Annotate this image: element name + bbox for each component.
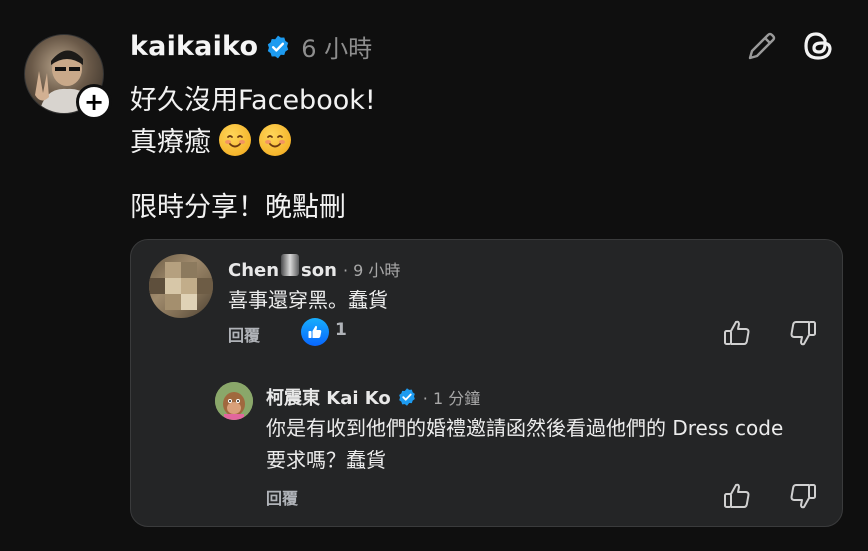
- replier-name-row: 柯震東 Kai Ko · 1 分鐘: [266, 384, 480, 410]
- like-count: 1: [335, 320, 347, 340]
- reply-reply-button[interactable]: 回覆: [266, 485, 298, 509]
- commenter-name-row: Chen son · 9 小時: [228, 254, 400, 281]
- threads-post-screen: + kaikaiko 6 小時 好久沒用Facebook! 真療癒 限時分享！晚…: [0, 0, 868, 551]
- post-text-line-2-text: 真療癒: [130, 127, 211, 158]
- threads-logo-icon[interactable]: [798, 26, 838, 66]
- ape-avatar-image: [215, 382, 253, 420]
- follow-plus-button[interactable]: +: [76, 84, 112, 120]
- post-header: kaikaiko 6 小時: [130, 29, 372, 64]
- thumbs-down-outline-icon[interactable]: [788, 481, 818, 511]
- post-text-line-2: 真療癒: [130, 120, 291, 159]
- post-text-line-1: 好久沒用Facebook!: [130, 85, 376, 116]
- replier-name[interactable]: 柯震東 Kai Ko: [266, 384, 391, 410]
- commenter-avatar[interactable]: [149, 254, 213, 318]
- thumbs-down-outline-icon[interactable]: [788, 318, 818, 348]
- post-timestamp: 6 小時: [301, 35, 373, 63]
- post-text-line-3: 限時分享！晚點刪: [130, 192, 346, 223]
- smiling-face-emoji-icon: [259, 123, 291, 156]
- username[interactable]: kaikaiko: [130, 31, 258, 62]
- verified-badge-icon: [398, 388, 415, 406]
- verified-badge-icon: [268, 35, 289, 58]
- smiling-face-emoji-icon: [219, 123, 251, 156]
- like-reaction-icon[interactable]: [301, 318, 329, 346]
- thumbs-up-icon: [308, 325, 322, 338]
- edit-pencil-icon[interactable]: [744, 28, 780, 64]
- commenter-name-end[interactable]: son: [301, 260, 337, 281]
- comment-reply-button[interactable]: 回覆: [228, 322, 260, 346]
- comment-screenshot-card: Chen son · 9 小時 喜事還穿黑。蠢貨 回覆 1 柯震東 Kai Ko…: [130, 239, 843, 527]
- comment-text: 喜事還穿黑。蠢貨: [228, 288, 388, 312]
- commenter-name-start[interactable]: Chen: [228, 260, 279, 281]
- name-redaction-blur: [281, 254, 300, 276]
- replier-avatar[interactable]: [215, 382, 253, 420]
- reply-text: 你是有收到他們的婚禮邀請函然後看過他們的 Dress code 要求嗎？蠢貨: [266, 416, 784, 472]
- thumbs-up-outline-icon[interactable]: [722, 318, 752, 348]
- thumbs-up-outline-icon[interactable]: [722, 481, 752, 511]
- reply-timestamp: · 1 分鐘: [422, 389, 481, 408]
- comment-timestamp: · 9 小時: [342, 261, 401, 280]
- author-avatar-container[interactable]: +: [24, 34, 112, 120]
